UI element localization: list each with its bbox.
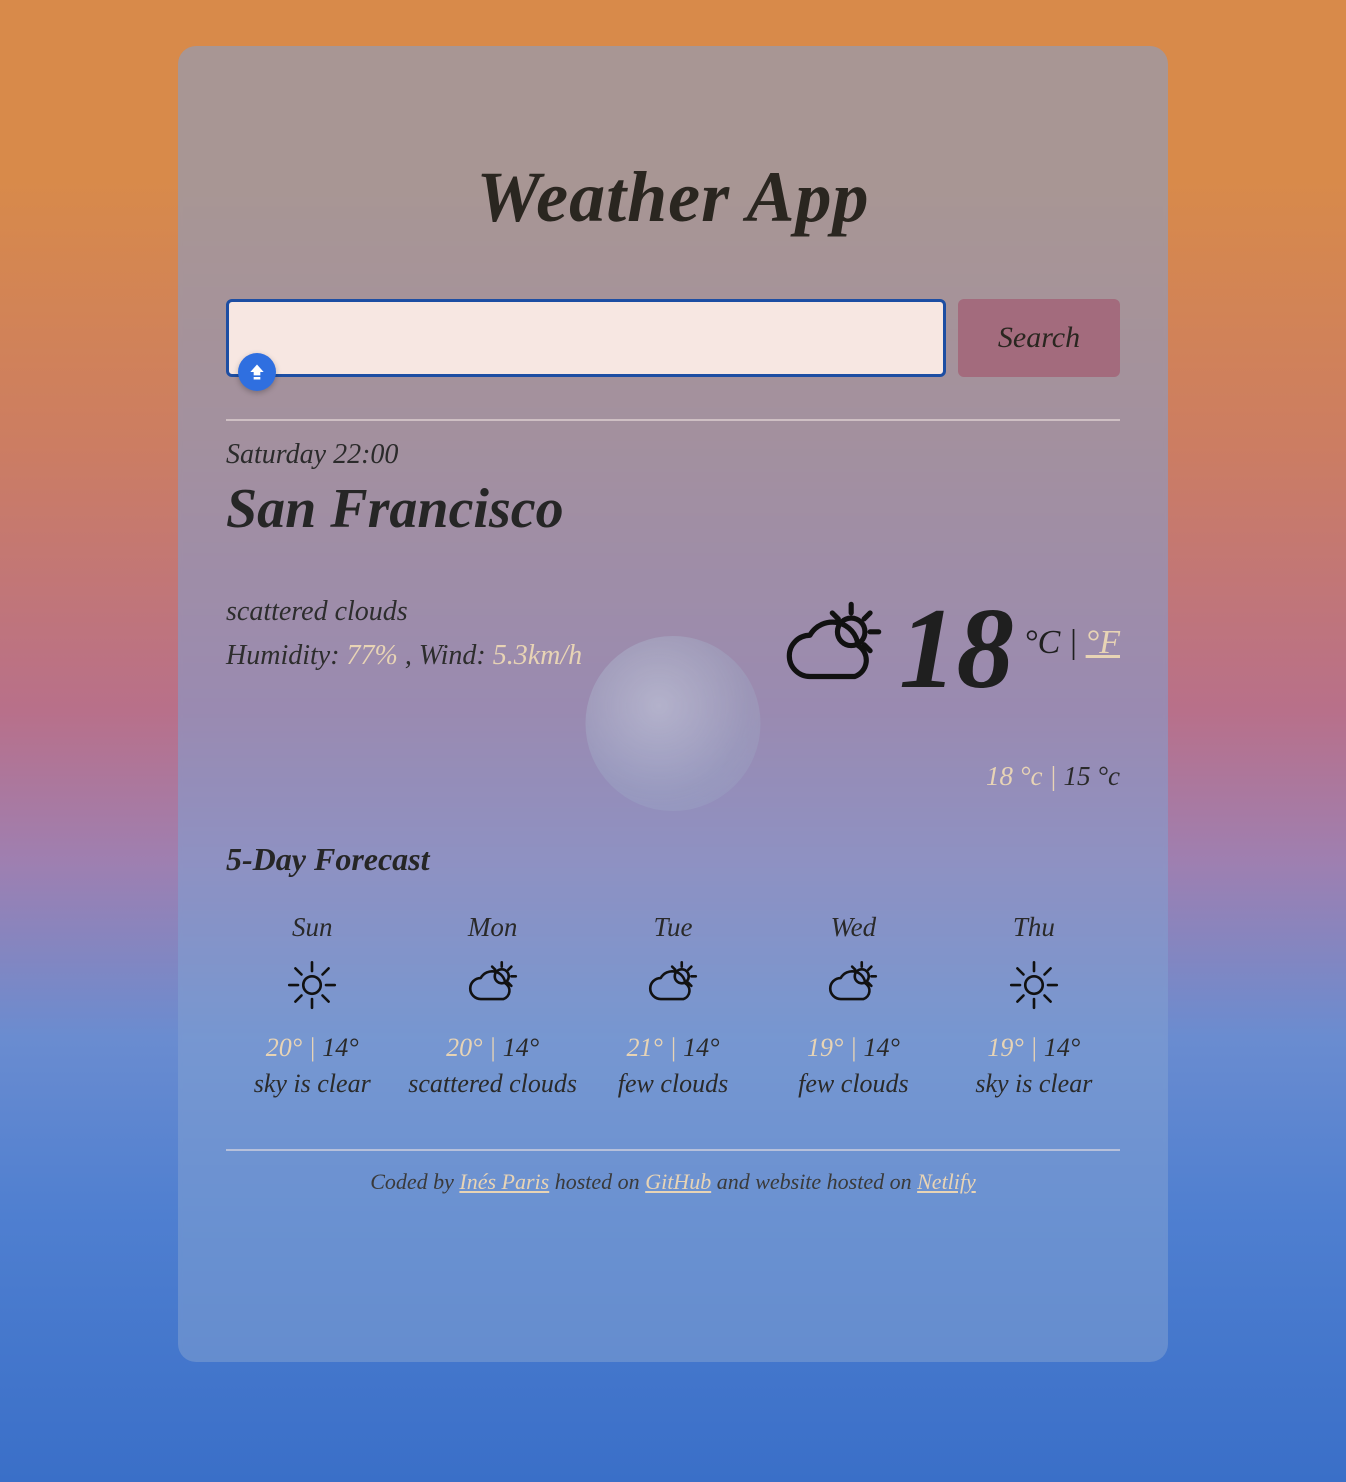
- forecast-day-icon: [587, 957, 759, 1013]
- forecast-description: sky is clear: [948, 1069, 1120, 1099]
- forecast-low: 14°: [322, 1033, 358, 1062]
- forecast-separator: |: [489, 1033, 503, 1062]
- forecast-high: 19°: [807, 1033, 843, 1062]
- forecast-day-icon: [948, 957, 1120, 1013]
- forecast-day-icon: [767, 957, 939, 1013]
- forecast-separator: |: [669, 1033, 683, 1062]
- wind-value: 5.3km/h: [493, 640, 582, 671]
- current-low: 15 °c: [1063, 761, 1120, 791]
- divider: [226, 419, 1120, 421]
- humidity-value: 77%: [347, 640, 398, 671]
- unit-fahrenheit[interactable]: °F: [1086, 624, 1120, 662]
- forecast-day: Thu 19° | 14° sky is clear: [948, 912, 1120, 1099]
- forecast-high: 19°: [987, 1033, 1023, 1062]
- background-moon-icon: [586, 636, 761, 811]
- forecast-day-temps: 19° | 14°: [948, 1033, 1120, 1063]
- unit-separator: |: [1068, 624, 1077, 662]
- github-link[interactable]: GitHub: [645, 1169, 711, 1194]
- forecast-description: few clouds: [767, 1069, 939, 1099]
- footer-text: Coded by: [370, 1169, 459, 1194]
- forecast-day-name: Tue: [587, 912, 759, 943]
- weather-card: Weather App Search Saturday 22:00 San Fr…: [178, 46, 1168, 1362]
- forecast-high: 20°: [266, 1033, 302, 1062]
- forecast-day-temps: 19° | 14°: [767, 1033, 939, 1063]
- forecast-low: 14°: [1044, 1033, 1080, 1062]
- footer: Coded by Inés Paris hosted on GitHub and…: [226, 1169, 1120, 1195]
- forecast-day-temps: 20° | 14°: [226, 1033, 398, 1063]
- current-high-low: 18 °c | 15 °c: [779, 761, 1120, 792]
- current-weather-icon: [779, 594, 889, 704]
- wind-label: , Wind:: [398, 640, 493, 671]
- forecast-heading: 5-Day Forecast: [226, 841, 1120, 878]
- forecast-high: 20°: [446, 1033, 482, 1062]
- current-datetime: Saturday 22:00: [226, 439, 1120, 471]
- unit-celsius[interactable]: °C: [1024, 624, 1060, 662]
- current-humidity-wind: Humidity: 77% , Wind: 5.3km/h: [226, 635, 582, 677]
- forecast-high: 21°: [627, 1033, 663, 1062]
- forecast-separator: |: [850, 1033, 864, 1062]
- app-title: Weather App: [226, 156, 1120, 239]
- forecast-day: Tue 21° | 14° few clouds: [587, 912, 759, 1099]
- search-button[interactable]: Search: [958, 299, 1120, 377]
- forecast-day-icon: [406, 957, 578, 1013]
- forecast-day-name: Sun: [226, 912, 398, 943]
- humidity-label: Humidity:: [226, 640, 347, 671]
- forecast-separator: |: [1030, 1033, 1044, 1062]
- search-row: Search: [226, 299, 1120, 377]
- forecast-row: Sun 20° | 14° sky is clear Mon 20° | 14°…: [226, 912, 1120, 1099]
- forecast-description: sky is clear: [226, 1069, 398, 1099]
- forecast-day-temps: 21° | 14°: [587, 1033, 759, 1063]
- forecast-day: Wed 19° | 14° few clouds: [767, 912, 939, 1099]
- footer-text: and website hosted on: [711, 1169, 917, 1194]
- forecast-day: Sun 20° | 14° sky is clear: [226, 912, 398, 1099]
- forecast-description: scattered clouds: [406, 1069, 578, 1099]
- forecast-low: 14°: [503, 1033, 539, 1062]
- forecast-day-temps: 20° | 14°: [406, 1033, 578, 1063]
- current-high: 18 °c: [986, 761, 1043, 791]
- footer-text: hosted on: [549, 1169, 645, 1194]
- current-weather-row: scattered clouds Humidity: 77% , Wind: 5…: [226, 591, 1120, 801]
- author-link[interactable]: Inés Paris: [459, 1169, 549, 1194]
- current-description: scattered clouds: [226, 591, 582, 633]
- current-temp-block: 18 °C | °F 18 °c | 15 °c: [779, 591, 1120, 792]
- current-details: scattered clouds Humidity: 77% , Wind: 5…: [226, 591, 582, 677]
- current-city: San Francisco: [226, 477, 1120, 541]
- high-low-separator: |: [1043, 761, 1064, 791]
- divider: [226, 1149, 1120, 1151]
- forecast-low: 14°: [864, 1033, 900, 1062]
- forecast-separator: |: [309, 1033, 323, 1062]
- forecast-low: 14°: [683, 1033, 719, 1062]
- forecast-day-icon: [226, 957, 398, 1013]
- current-temp: 18: [899, 591, 1014, 706]
- forecast-day: Mon 20° | 14° scattered clouds: [406, 912, 578, 1099]
- forecast-day-name: Wed: [767, 912, 939, 943]
- forecast-day-name: Mon: [406, 912, 578, 943]
- netlify-link[interactable]: Netlify: [917, 1169, 976, 1194]
- caps-lock-indicator-icon: [238, 353, 276, 391]
- city-search-input[interactable]: [226, 299, 946, 377]
- forecast-description: few clouds: [587, 1069, 759, 1099]
- forecast-day-name: Thu: [948, 912, 1120, 943]
